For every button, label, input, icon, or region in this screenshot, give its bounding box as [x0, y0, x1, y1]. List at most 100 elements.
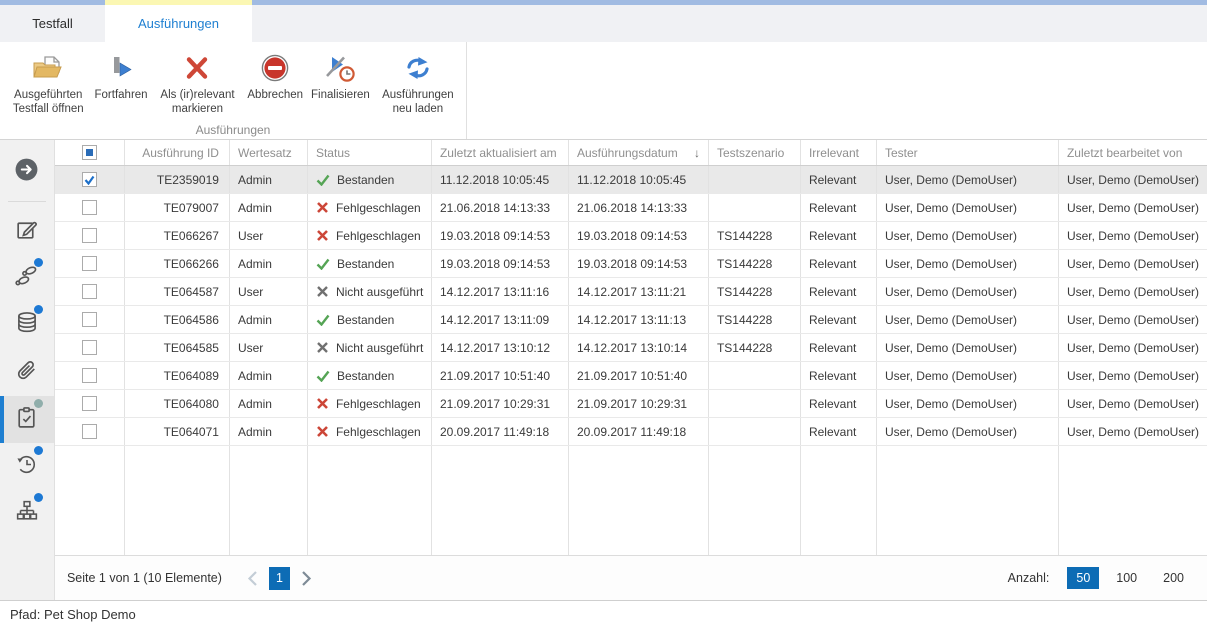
cell-tester: User, Demo (DemoUser) — [877, 194, 1059, 221]
row-checkbox[interactable] — [82, 424, 97, 439]
row-checkbox[interactable] — [82, 284, 97, 299]
count-option-50[interactable]: 50 — [1067, 567, 1099, 589]
cell-execution-id: TE064080 — [125, 390, 230, 417]
cell-edited-by: User, Demo (DemoUser) — [1059, 166, 1207, 193]
cell-szenario — [709, 194, 801, 221]
cell-edited-by: User, Demo (DemoUser) — [1059, 334, 1207, 361]
sidebar-item-history[interactable] — [0, 443, 54, 490]
table-row[interactable]: TE064089 Admin Bestanden 21.09.2017 10:5… — [55, 362, 1207, 390]
edit-icon — [14, 217, 39, 247]
table-row[interactable]: TE066267 User Fehlgeschlagen 19.03.2018 … — [55, 222, 1207, 250]
tab-testfall[interactable]: Testfall — [0, 5, 105, 42]
tab-ausfuehrungen[interactable]: Ausführungen — [105, 5, 252, 42]
cell-edited-by: User, Demo (DemoUser) — [1059, 222, 1207, 249]
sidebar-item-edit[interactable] — [0, 208, 54, 255]
next-page-button[interactable] — [294, 570, 319, 587]
continue-button[interactable]: Fortfahren — [91, 48, 152, 104]
table-empty-area — [55, 446, 1207, 555]
table-row[interactable]: TE2359019 Admin Bestanden 11.12.2018 10:… — [55, 166, 1207, 194]
row-checkbox-cell — [55, 390, 125, 417]
indeterminate-mark — [86, 149, 93, 156]
cell-irrelevant: Relevant — [801, 278, 877, 305]
table-row[interactable]: TE064585 User Nicht ausgeführt 14.12.201… — [55, 334, 1207, 362]
status-label: Fehlgeschlagen — [336, 425, 421, 439]
cell-edited-by: User, Demo (DemoUser) — [1059, 362, 1207, 389]
row-checkbox[interactable] — [82, 340, 97, 355]
status-label: Fehlgeschlagen — [336, 397, 421, 411]
table-row[interactable]: TE064587 User Nicht ausgeführt 14.12.201… — [55, 278, 1207, 306]
reload-executions-button[interactable]: Ausführungen neu laden — [374, 48, 462, 118]
select-all-checkbox[interactable] — [55, 140, 125, 165]
sidebar-item-executions[interactable] — [0, 396, 54, 443]
cell-edited-by: User, Demo (DemoUser) — [1059, 194, 1207, 221]
table-row[interactable]: TE064080 Admin Fehlgeschlagen 21.09.2017… — [55, 390, 1207, 418]
cancel-button[interactable]: Abbrechen — [243, 48, 307, 104]
notification-badge — [34, 493, 43, 502]
column-header-wertesatz[interactable]: Wertesatz — [230, 140, 308, 165]
sidebar-divider — [8, 201, 46, 202]
cell-updated: 20.09.2017 11:49:18 — [432, 418, 569, 445]
cell-irrelevant: Relevant — [801, 222, 877, 249]
hierarchy-icon — [14, 498, 40, 529]
cell-execution-id: TE064089 — [125, 362, 230, 389]
row-checkbox-cell — [55, 194, 125, 221]
mark-irrelevant-button[interactable]: Als (ir)relevant markieren — [152, 48, 244, 118]
table-row[interactable]: TE064586 Admin Bestanden 14.12.2017 13:1… — [55, 306, 1207, 334]
column-header-edited-by[interactable]: Zuletzt bearbeitet von — [1059, 140, 1207, 165]
no-entry-icon — [261, 50, 289, 86]
cell-wertesatz: Admin — [230, 390, 308, 417]
column-header-executed[interactable]: Ausführungsdatum ↓ — [569, 140, 709, 165]
open-executed-testcase-button[interactable]: Ausgeführten Testfall öffnen — [6, 48, 91, 118]
table-row[interactable]: TE066266 Admin Bestanden 19.03.2018 09:1… — [55, 250, 1207, 278]
sidebar-item-steps[interactable] — [0, 255, 54, 302]
cell-updated: 21.09.2017 10:51:40 — [432, 362, 569, 389]
status-icon — [316, 341, 329, 354]
cell-executed: 21.09.2017 10:29:31 — [569, 390, 709, 417]
history-icon — [14, 451, 40, 482]
cell-tester: User, Demo (DemoUser) — [877, 222, 1059, 249]
finalize-button[interactable]: Finalisieren — [307, 48, 374, 104]
paperclip-icon — [14, 358, 39, 388]
content-area: Ausführung ID Wertesatz Status Zuletzt a… — [55, 140, 1207, 600]
row-checkbox[interactable] — [82, 312, 97, 327]
cell-updated: 19.03.2018 09:14:53 — [432, 250, 569, 277]
page-number-button[interactable]: 1 — [269, 567, 290, 590]
cell-irrelevant: Relevant — [801, 250, 877, 277]
footprints-icon — [14, 263, 40, 294]
row-checkbox-cell — [55, 334, 125, 361]
row-checkbox[interactable] — [82, 172, 97, 187]
sidebar-item-data[interactable] — [0, 302, 54, 349]
column-header-tester[interactable]: Tester — [877, 140, 1059, 165]
cell-irrelevant: Relevant — [801, 306, 877, 333]
previous-page-button[interactable] — [240, 570, 265, 587]
column-header-szenario[interactable]: Testszenario — [709, 140, 801, 165]
cell-irrelevant: Relevant — [801, 334, 877, 361]
cell-executed: 21.09.2017 10:51:40 — [569, 362, 709, 389]
sidebar-item-forward[interactable] — [0, 148, 54, 195]
row-checkbox[interactable] — [82, 200, 97, 215]
row-checkbox[interactable] — [82, 228, 97, 243]
column-header-label: Ausführungsdatum — [577, 146, 678, 160]
sidebar-item-hierarchy[interactable] — [0, 490, 54, 537]
sidebar-item-attachments[interactable] — [0, 349, 54, 396]
row-checkbox-cell — [55, 250, 125, 277]
button-label: Abbrechen — [247, 88, 303, 102]
column-header-id[interactable]: Ausführung ID — [125, 140, 230, 165]
cell-updated: 21.09.2017 10:29:31 — [432, 390, 569, 417]
row-checkbox[interactable] — [82, 256, 97, 271]
cell-szenario: TS144228 — [709, 306, 801, 333]
table-row[interactable]: TE079007 Admin Fehlgeschlagen 21.06.2018… — [55, 194, 1207, 222]
table-row[interactable]: TE064071 Admin Fehlgeschlagen 20.09.2017… — [55, 418, 1207, 446]
cell-edited-by: User, Demo (DemoUser) — [1059, 250, 1207, 277]
column-header-updated[interactable]: Zuletzt aktualisiert am — [432, 140, 569, 165]
cell-executed: 14.12.2017 13:11:13 — [569, 306, 709, 333]
column-header-irrelevant[interactable]: Irrelevant — [801, 140, 877, 165]
count-option-200[interactable]: 200 — [1154, 567, 1193, 589]
pagination-bar: Seite 1 von 1 (10 Elemente) 1 Anzahl: 50… — [55, 555, 1207, 600]
row-checkbox[interactable] — [82, 396, 97, 411]
count-option-100[interactable]: 100 — [1107, 567, 1146, 589]
row-checkbox[interactable] — [82, 368, 97, 383]
column-header-status[interactable]: Status — [308, 140, 432, 165]
cell-execution-id: TE066266 — [125, 250, 230, 277]
status-label: Bestanden — [337, 257, 394, 271]
